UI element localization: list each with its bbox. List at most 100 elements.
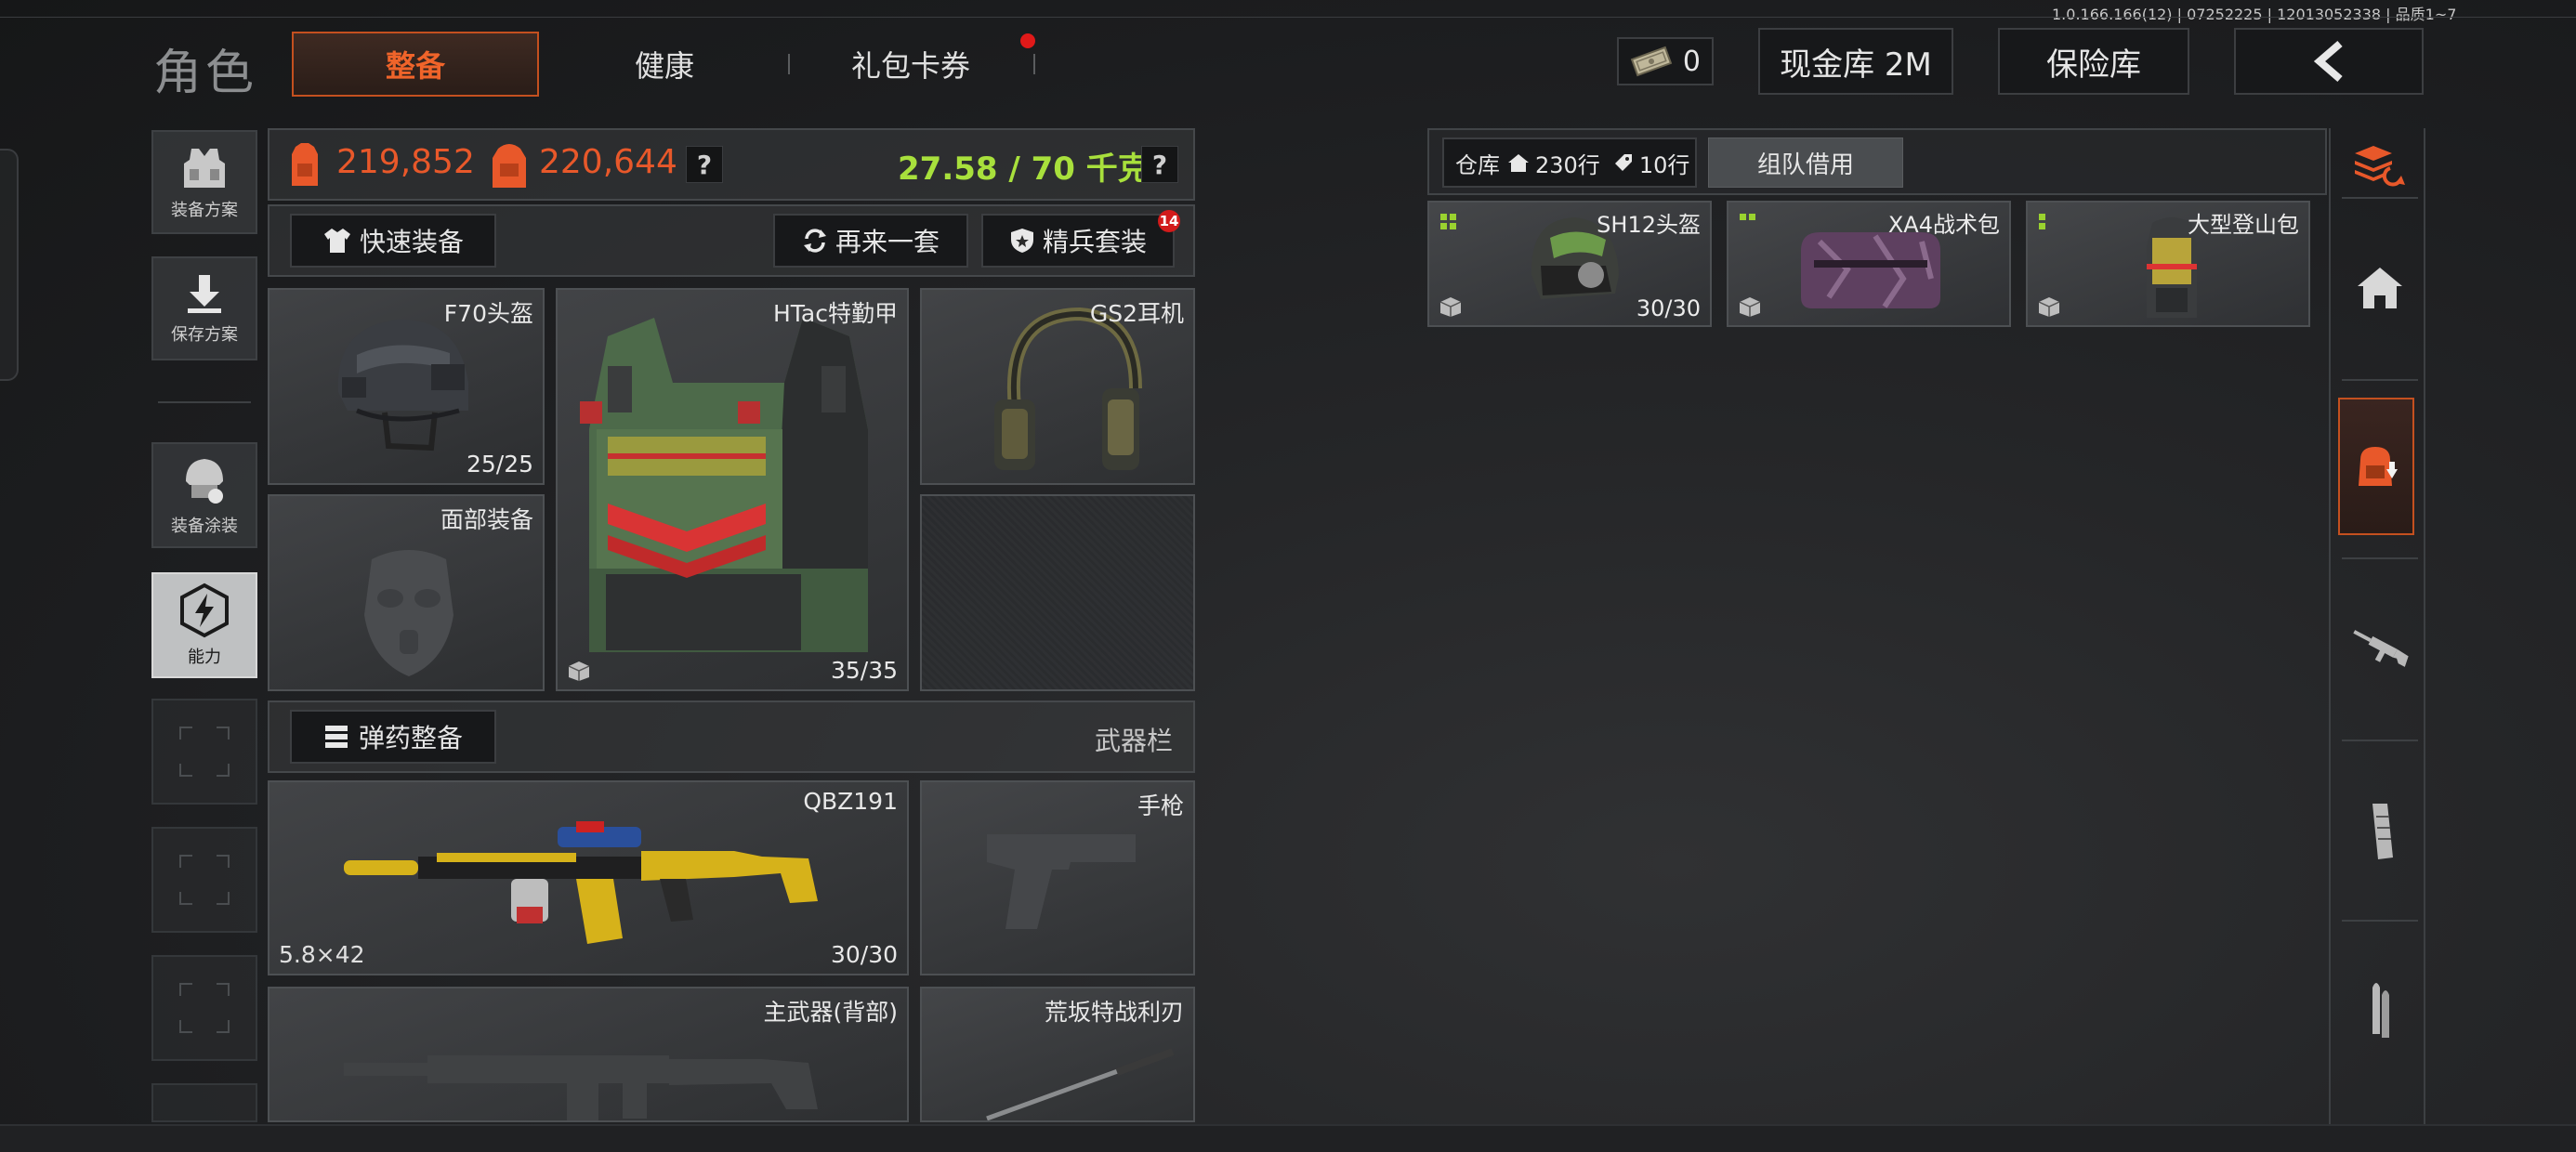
weapons-filter-button[interactable] — [2340, 574, 2420, 723]
back-button[interactable] — [2234, 28, 2424, 95]
ability-button[interactable]: 能力 — [151, 572, 257, 678]
chevron-left-icon — [2313, 40, 2343, 83]
warehouse-item[interactable]: 大型登山包 — [2026, 201, 2310, 327]
home-icon — [1508, 154, 1529, 172]
warehouse-tab[interactable]: 仓库 230行 10行 — [1442, 137, 1697, 188]
magazine-filter-button[interactable] — [2340, 756, 2420, 905]
pistol-slot[interactable]: 手枪 — [920, 780, 1195, 975]
headset-label: GS2耳机 — [1089, 300, 1184, 327]
top-edge-line — [0, 17, 2576, 18]
elite-set-label: 精兵套装 — [1042, 227, 1147, 257]
armor-vest-image — [580, 318, 868, 652]
ammo-prep-label: 弹药整备 — [358, 723, 463, 753]
rarity-indicator — [2039, 214, 2045, 229]
bullet-icon — [2372, 983, 2389, 1038]
stat-value-1: 219,852 — [336, 143, 475, 181]
equipment-skin-button[interactable]: 装备涂装 — [151, 442, 257, 548]
cash-vault-button[interactable]: 现金库 2M — [1758, 28, 1953, 95]
tab-health[interactable]: 健康 — [558, 32, 771, 97]
face-mask-placeholder-icon — [364, 550, 453, 676]
weight-value: 27.58 / 70 千克 — [898, 151, 1150, 188]
melee-label: 荒坂特战利刃 — [1044, 999, 1184, 1026]
layers-refresh-icon — [2355, 146, 2405, 187]
empty-ability-slot[interactable] — [151, 1083, 257, 1122]
team-borrow-label: 组队借用 — [1756, 151, 1854, 179]
safe-button[interactable]: 保险库 — [1998, 28, 2189, 95]
quick-equip-label: 快速装备 — [359, 227, 464, 257]
warehouse-item-label: XA4战术包 — [1887, 212, 2000, 238]
pistol-placeholder-icon — [987, 834, 1136, 929]
right-sidebar-divider — [2342, 920, 2418, 922]
action-bar: 快速装备 再来一套 精兵套装 14 — [268, 204, 1195, 277]
helmet-slot[interactable]: F70头盔 25/25 — [268, 288, 545, 485]
again-label: 再来一套 — [835, 227, 940, 257]
warehouse-item-label: 大型登山包 — [2188, 212, 2299, 238]
tab-gift-cards-label: 礼包卡券 — [850, 48, 970, 84]
quick-equip-button[interactable]: 快速装备 — [290, 214, 496, 268]
left-edge-handle[interactable] — [0, 149, 19, 381]
empty-ability-slot[interactable] — [151, 955, 257, 1061]
headset-slot[interactable]: GS2耳机 — [920, 288, 1195, 485]
notification-dot — [1020, 33, 1035, 48]
save-plan-button[interactable]: 保存方案 — [151, 256, 257, 360]
ammo-prep-button[interactable]: 弹药整备 — [290, 710, 496, 764]
box-icon — [1439, 297, 1462, 317]
helmet-label: F70头盔 — [443, 300, 533, 327]
save-plan-label: 保存方案 — [171, 325, 238, 345]
vest-icon — [184, 149, 225, 188]
back-weapon-slot[interactable]: 主武器(背部) — [268, 987, 909, 1122]
melee-slot[interactable]: 荒坂特战利刃 — [920, 987, 1195, 1122]
back-weapon-label: 主武器(背部) — [763, 999, 898, 1026]
home-icon — [2358, 268, 2402, 308]
empty-gear-slot[interactable] — [920, 494, 1195, 691]
warehouse-item-count: 30/30 — [1636, 295, 1701, 321]
primary-weapon-slot[interactable]: QBZ191 5.8×42 30/30 — [268, 780, 909, 975]
warehouse-item[interactable]: XA4战术包 — [1727, 201, 2011, 327]
again-button[interactable]: 再来一套 — [773, 214, 968, 268]
ammo-stack-icon — [324, 726, 348, 748]
rifle-icon — [2353, 630, 2409, 667]
elite-badge: 14 — [1158, 210, 1180, 232]
right-sidebar-divider — [2342, 557, 2418, 559]
weight-help-button[interactable]: ? — [1141, 146, 1178, 183]
weapon-bar-label: 武器栏 — [1094, 726, 1173, 756]
warehouse-item[interactable]: SH12头盔 30/30 — [1427, 201, 1712, 327]
warehouse-item-label: SH12头盔 — [1597, 212, 1701, 238]
qbz191-rifle-image — [344, 821, 818, 944]
refresh-icon — [803, 229, 826, 253]
help-button[interactable]: ? — [686, 146, 723, 183]
ability-label: 能力 — [188, 648, 221, 667]
shield-icon — [1010, 229, 1033, 253]
box-icon — [2038, 297, 2060, 317]
loadout-plan-button[interactable]: 装备方案 — [151, 130, 257, 234]
tab-zhengbei-label: 整备 — [385, 48, 445, 84]
stats-bar: 219,852 220,644 ? 27.58 / 70 千克 ? — [268, 128, 1195, 201]
version-info: 1.0.166.166(12) | 07252225 | 12013052338… — [2052, 6, 2457, 23]
sort-refresh-button[interactable] — [2340, 128, 2420, 203]
download-icon — [188, 275, 221, 313]
currency-display[interactable]: 0 — [1617, 37, 1714, 85]
face-gear-label: 面部装备 — [440, 506, 533, 533]
box-icon — [568, 661, 590, 681]
warehouse-tab-label: 仓库 — [1455, 151, 1500, 178]
page-title: 角色 — [153, 46, 258, 101]
team-borrow-tab[interactable]: 组队借用 — [1708, 137, 1903, 188]
face-gear-slot[interactable]: 面部装备 — [268, 494, 545, 691]
tab-gift-cards[interactable]: 礼包卡券 — [808, 32, 1013, 97]
primary-count: 30/30 — [830, 941, 898, 968]
warehouse-rows-a: 230行 — [1535, 151, 1600, 178]
ammo-filter-button[interactable] — [2340, 936, 2420, 1085]
shirt-icon — [323, 229, 350, 253]
rarity-indicator — [1740, 214, 1755, 220]
warehouse-rows-b: 10行 — [1638, 151, 1690, 178]
warehouse-home-button[interactable] — [2340, 214, 2420, 362]
empty-ability-slot[interactable] — [151, 699, 257, 805]
bag-download-button[interactable] — [2338, 398, 2414, 535]
ability-bolt-icon — [180, 583, 229, 638]
elite-set-button[interactable]: 精兵套装 — [981, 214, 1175, 268]
empty-ability-slot[interactable] — [151, 827, 257, 933]
tab-zhengbei[interactable]: 整备 — [292, 32, 539, 97]
armor-slot[interactable]: HTac特勤甲 35/35 — [556, 288, 909, 691]
bag-value-icon — [493, 144, 526, 188]
backpack-value-icon — [292, 143, 318, 186]
